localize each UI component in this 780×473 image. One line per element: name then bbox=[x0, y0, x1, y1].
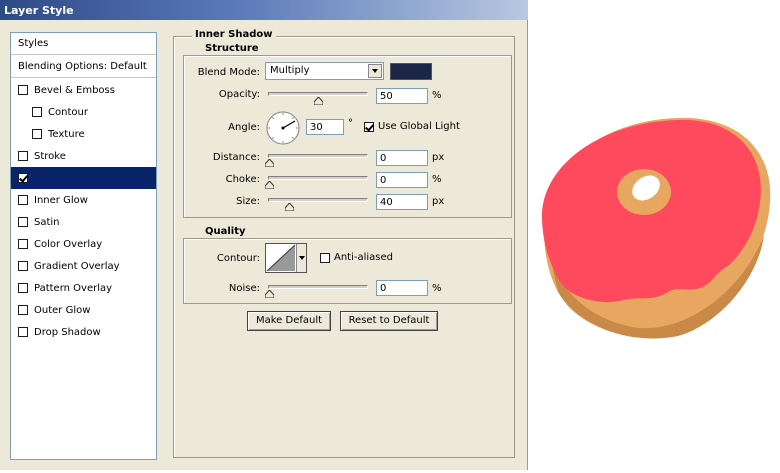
distance-field[interactable]: 0 bbox=[376, 150, 428, 166]
angle-dial[interactable] bbox=[265, 110, 301, 146]
size-slider-thumb[interactable] bbox=[285, 203, 294, 211]
opacity-unit: % bbox=[432, 90, 442, 101]
opacity-field[interactable]: 50 bbox=[376, 88, 428, 104]
noise-unit: % bbox=[432, 283, 442, 294]
style-item[interactable]: Gradient Overlay bbox=[11, 255, 156, 277]
style-item[interactable]: Stroke bbox=[11, 145, 156, 167]
opacity-label: Opacity: bbox=[218, 89, 260, 100]
choke-slider[interactable] bbox=[265, 176, 368, 189]
anti-aliased-label: Anti-aliased bbox=[334, 252, 394, 263]
use-global-light-label: Use Global Light bbox=[378, 121, 460, 132]
size-slider[interactable] bbox=[268, 198, 368, 211]
dialog-title: Layer Style bbox=[0, 0, 528, 20]
noise-slider[interactable] bbox=[265, 285, 368, 298]
style-item-checkbox[interactable] bbox=[32, 129, 42, 139]
make-default-button[interactable]: Make Default bbox=[247, 311, 331, 331]
use-global-light-option[interactable]: Use Global Light bbox=[364, 121, 460, 132]
opacity-slider-thumb[interactable] bbox=[314, 97, 323, 105]
shadow-color-swatch[interactable] bbox=[390, 63, 432, 80]
anti-aliased-option[interactable]: Anti-aliased bbox=[320, 252, 393, 263]
style-item-label: Inner Glow bbox=[34, 194, 88, 206]
style-item-label: Pattern Overlay bbox=[34, 282, 113, 294]
styles-list: Styles Blending Options: Default Bevel &… bbox=[10, 32, 157, 460]
choke-unit: % bbox=[432, 174, 442, 185]
style-item-checkbox[interactable] bbox=[18, 85, 28, 95]
style-item-checkbox[interactable] bbox=[18, 173, 28, 183]
blend-mode-value: Multiply bbox=[270, 65, 310, 76]
blending-options-label: Blending Options: Default bbox=[18, 61, 147, 72]
style-item-checkbox[interactable] bbox=[18, 283, 28, 293]
style-item-label: Texture bbox=[48, 128, 85, 140]
style-item[interactable]: Pattern Overlay bbox=[11, 277, 156, 299]
inner-shadow-title: Inner Shadow bbox=[192, 29, 276, 40]
angle-field[interactable]: 30 bbox=[306, 119, 344, 135]
contour-picker[interactable] bbox=[265, 243, 307, 273]
styles-header[interactable]: Styles bbox=[11, 33, 156, 55]
structure-legend: Structure bbox=[202, 43, 262, 54]
style-item[interactable]: Inner Glow bbox=[11, 189, 156, 211]
style-item-checkbox[interactable] bbox=[32, 107, 42, 117]
chevron-down-icon bbox=[368, 64, 382, 78]
layer-style-dialog: Layer Style Styles Blending Options: Def… bbox=[0, 0, 528, 470]
style-item-checkbox[interactable] bbox=[18, 327, 28, 337]
contour-label: Contour: bbox=[216, 253, 260, 264]
chevron-down-icon bbox=[299, 256, 305, 260]
style-item-label: Contour bbox=[48, 106, 88, 118]
opacity-slider[interactable] bbox=[268, 92, 368, 105]
style-item-label: Outer Glow bbox=[34, 304, 91, 316]
style-item-label: Stroke bbox=[34, 150, 66, 162]
style-item-label: Gradient Overlay bbox=[34, 260, 120, 272]
quality-group bbox=[183, 238, 512, 304]
noise-slider-thumb[interactable] bbox=[265, 290, 274, 298]
donut-preview-image bbox=[528, 20, 780, 470]
quality-legend: Quality bbox=[202, 226, 249, 237]
style-item[interactable]: Bevel & Emboss bbox=[11, 79, 156, 101]
style-item[interactable]: Outer Glow bbox=[11, 299, 156, 321]
style-item[interactable]: Texture bbox=[11, 123, 156, 145]
style-item-label: Satin bbox=[34, 216, 60, 228]
style-item-label: Bevel & Emboss bbox=[34, 84, 115, 96]
anti-aliased-checkbox[interactable] bbox=[320, 252, 330, 263]
style-item[interactable]: Contour bbox=[11, 101, 156, 123]
style-item[interactable]: Drop Shadow bbox=[11, 321, 156, 343]
style-item[interactable] bbox=[11, 167, 156, 189]
style-item[interactable]: Satin bbox=[11, 211, 156, 233]
noise-field[interactable]: 0 bbox=[376, 280, 428, 296]
distance-label: Distance: bbox=[212, 152, 260, 163]
distance-slider[interactable] bbox=[265, 154, 368, 167]
noise-label: Noise: bbox=[228, 283, 260, 294]
distance-unit: px bbox=[432, 152, 445, 163]
angle-unit: ° bbox=[348, 118, 353, 129]
style-item-label: Color Overlay bbox=[34, 238, 103, 250]
blending-options-item[interactable]: Blending Options: Default bbox=[11, 56, 156, 78]
style-item-checkbox[interactable] bbox=[18, 195, 28, 205]
choke-slider-thumb[interactable] bbox=[265, 181, 274, 189]
style-item-label: Drop Shadow bbox=[34, 326, 101, 338]
size-field[interactable]: 40 bbox=[376, 194, 428, 210]
use-global-light-checkbox[interactable] bbox=[364, 121, 374, 132]
choke-field[interactable]: 0 bbox=[376, 172, 428, 188]
style-item-checkbox[interactable] bbox=[18, 217, 28, 227]
size-label: Size: bbox=[236, 196, 260, 207]
style-item-checkbox[interactable] bbox=[18, 151, 28, 161]
style-item-checkbox[interactable] bbox=[18, 261, 28, 271]
angle-label: Angle: bbox=[228, 122, 260, 133]
style-item-checkbox[interactable] bbox=[18, 239, 28, 249]
blend-mode-select[interactable]: Multiply bbox=[265, 62, 384, 80]
choke-label: Choke: bbox=[225, 174, 260, 185]
styles-label: Styles bbox=[18, 38, 49, 49]
size-unit: px bbox=[432, 196, 445, 207]
contour-dropdown-button[interactable] bbox=[296, 244, 306, 272]
distance-slider-thumb[interactable] bbox=[265, 159, 274, 167]
contour-curve-icon bbox=[266, 244, 296, 272]
blend-mode-label: Blend Mode: bbox=[197, 67, 260, 78]
style-item[interactable]: Color Overlay bbox=[11, 233, 156, 255]
style-item-checkbox[interactable] bbox=[18, 305, 28, 315]
reset-to-default-button[interactable]: Reset to Default bbox=[340, 311, 438, 331]
